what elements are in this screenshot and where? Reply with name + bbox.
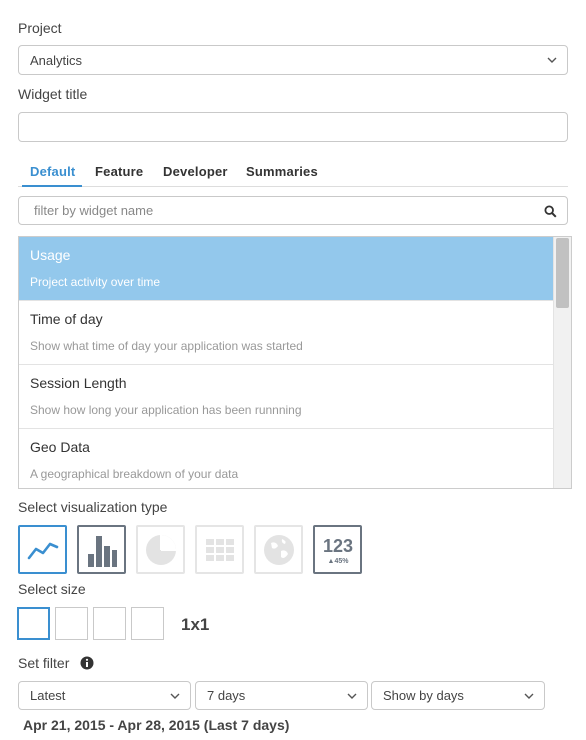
widget-search-input[interactable]: filter by widget name [18, 196, 568, 225]
filter-label: Set filter [18, 655, 70, 671]
pie-chart-icon [145, 534, 176, 565]
tab-developer[interactable]: Developer [163, 164, 228, 179]
widget-item-description: Project activity over time [30, 275, 161, 289]
widget-title-label: Widget title [18, 86, 88, 102]
size-option-3[interactable] [93, 607, 126, 640]
chevron-down-icon [170, 693, 180, 699]
viz-grid-button[interactable] [195, 525, 244, 574]
line-chart-icon [27, 542, 58, 559]
viz-pie-button[interactable] [136, 525, 185, 574]
bar-chart-icon [87, 535, 117, 567]
info-icon[interactable] [80, 656, 94, 670]
range-select-value: 7 days [207, 688, 246, 703]
size-option-2[interactable] [55, 607, 88, 640]
widget-title-input[interactable] [18, 112, 568, 142]
project-select[interactable]: Analytics [18, 45, 568, 75]
selected-size-label: 1x1 [181, 615, 210, 634]
list-item[interactable]: Usage Project activity over time [19, 237, 554, 301]
viz-line-button[interactable] [18, 525, 67, 574]
chevron-down-icon [524, 693, 534, 699]
size-label: Select size [18, 581, 86, 597]
number-icon-delta: ▲45% [327, 558, 349, 565]
search-placeholder: filter by widget name [34, 203, 154, 218]
range-select[interactable]: 7 days [195, 681, 368, 710]
widget-item-description: A geographical breakdown of your data [30, 467, 239, 481]
active-tab-indicator [22, 185, 82, 187]
chevron-down-icon [547, 57, 557, 63]
widget-item-title: Time of day [30, 311, 103, 327]
period-select-value: Latest [30, 688, 66, 703]
project-select-value: Analytics [30, 52, 83, 68]
grouping-select[interactable]: Show by days [371, 681, 545, 710]
number-icon: 123 ▲45% [322, 536, 352, 565]
viz-bar-button[interactable] [77, 525, 126, 574]
grid-icon [205, 538, 234, 561]
period-select[interactable]: Latest [18, 681, 191, 710]
visualization-label: Select visualization type [18, 499, 168, 515]
search-icon[interactable] [544, 205, 557, 218]
list-scrollbar[interactable] [553, 237, 571, 488]
project-label: Project [18, 20, 62, 36]
widget-category-tabs: Default Feature Developer Summaries [18, 161, 568, 187]
size-option-1[interactable] [17, 607, 50, 640]
date-range-text: Apr 21, 2015 - Apr 28, 2015 (Last 7 days… [23, 717, 290, 733]
list-item[interactable]: Time of day Show what time of day your a… [19, 301, 554, 365]
viz-map-button[interactable] [254, 525, 303, 574]
number-icon-value: 123 [322, 536, 352, 556]
tab-summaries[interactable]: Summaries [246, 164, 318, 179]
tab-default[interactable]: Default [30, 164, 75, 179]
size-option-4[interactable] [131, 607, 164, 640]
widget-list: Usage Project activity over time Time of… [18, 236, 572, 489]
tab-feature[interactable]: Feature [95, 164, 143, 179]
viz-number-button[interactable]: 123 ▲45% [313, 525, 362, 574]
grouping-select-value: Show by days [383, 688, 464, 703]
widget-item-title: Geo Data [30, 439, 90, 455]
chevron-down-icon [347, 693, 357, 699]
widget-item-title: Usage [30, 247, 71, 263]
widget-item-description: Show how long your application has been … [30, 403, 302, 417]
globe-icon [263, 534, 294, 565]
widget-item-title: Session Length [30, 375, 127, 391]
widget-item-description: Show what time of day your application w… [30, 339, 303, 353]
scrollbar-thumb[interactable] [556, 238, 569, 308]
list-item[interactable]: Session Length Show how long your applic… [19, 365, 554, 429]
list-item[interactable]: Geo Data A geographical breakdown of you… [19, 429, 554, 488]
